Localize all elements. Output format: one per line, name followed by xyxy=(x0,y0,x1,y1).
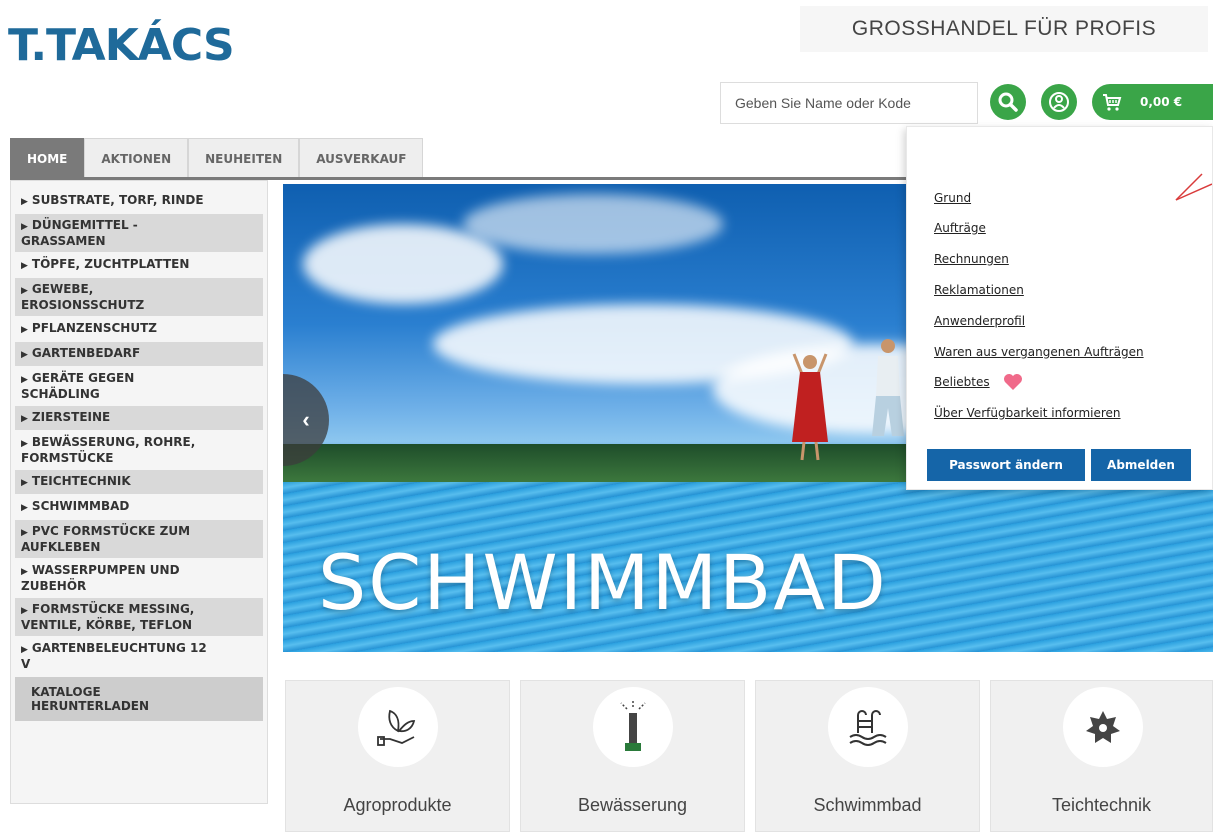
arrow-right-icon: ▶ xyxy=(21,645,28,655)
cart-amount: 0,00 € xyxy=(1140,95,1183,109)
arrow-right-icon: ▶ xyxy=(21,325,28,335)
sidebar-item-label: KATALOGE HERUNTERLADEN xyxy=(31,685,150,713)
sidebar-item-label: GERÄTE GEGEN SCHÄDLING xyxy=(21,371,135,401)
sidebar-item-formstuecke-messing[interactable]: ▶ FORMSTÜCKE MESSING, VENTILE, KÖRBE, TEF… xyxy=(15,598,263,636)
sidebar-item-label: PVC FORMSTÜCKE ZUM AUFKLEBEN xyxy=(21,524,191,554)
main-tabs: HOME AKTIONEN NEUHEITEN AUSVERKAUF xyxy=(10,138,424,178)
logout-button[interactable]: Abmelden xyxy=(1091,449,1191,481)
arrow-right-icon: ▶ xyxy=(21,414,28,424)
cloud-shape xyxy=(463,194,723,254)
tile-label: Teichtechnik xyxy=(1051,795,1152,815)
annotation-arrow-icon xyxy=(1175,173,1212,201)
sidebar-item-pflanzenschutz[interactable]: ▶ PFLANZENSCHUTZ xyxy=(15,317,263,341)
menu-link-verfuegbarkeit[interactable]: Über Verfügbarkeit informieren xyxy=(934,406,1121,420)
account-dropdown: Grund Aufträge Rechnungen Reklamationen … xyxy=(906,126,1213,490)
tab-neuheiten[interactable]: NEUHEITEN xyxy=(188,138,300,178)
tab-home[interactable]: HOME xyxy=(10,138,85,178)
sidebar-item-label: DÜNGEMITTEL - GRASSAMEN xyxy=(21,218,138,248)
sidebar-item-wasserpumpen[interactable]: ▶ WASSERPUMPEN UND ZUBEHÖR xyxy=(15,559,263,597)
user-icon xyxy=(1049,92,1069,112)
chevron-left-icon: ‹ xyxy=(302,407,310,432)
sidebar-item-label: TEICHTECHNIK xyxy=(31,474,131,488)
sidebar-item-gartenbeleuchtung[interactable]: ▶ GARTENBELEUCHTUNG 12 V xyxy=(15,637,263,675)
cart-icon-wrap xyxy=(1094,84,1130,120)
search-input[interactable] xyxy=(720,82,978,124)
sidebar-item-label: GARTENBEDARF xyxy=(31,346,141,360)
arrow-right-icon: ▶ xyxy=(21,478,28,488)
sidebar-item-toepfe[interactable]: ▶ TÖPFE, ZUCHTPLATTEN xyxy=(15,253,263,277)
arrow-right-icon: ▶ xyxy=(21,439,28,449)
category-tile-schwimmbad[interactable]: Schwimmbad xyxy=(755,680,980,832)
tile-label: Bewässerung xyxy=(577,795,688,815)
plant-hand-icon xyxy=(377,709,416,746)
sidebar-item-label: GARTENBELEUCHTUNG 12 V xyxy=(21,641,207,671)
menu-link-auftraege[interactable]: Aufträge xyxy=(934,221,986,235)
hero-title: SCHWIMMBAD xyxy=(318,538,888,627)
tab-aktionen[interactable]: AKTIONEN xyxy=(84,138,189,178)
jumping-woman-figure xyxy=(792,353,828,461)
sidebar-item-label: PFLANZENSCHUTZ xyxy=(31,321,157,335)
sidebar-item-kataloge[interactable]: KATALOGE HERUNTERLADEN xyxy=(15,677,263,721)
tile-icon-circle xyxy=(1063,687,1143,767)
pool-ladder-icon xyxy=(849,710,887,746)
sidebar-item-gartenbedarf[interactable]: ▶ GARTENBEDARF xyxy=(15,342,263,366)
sidebar-item-label: WASSERPUMPEN UND ZUBEHÖR xyxy=(21,563,180,593)
arrow-right-icon: ▶ xyxy=(21,350,28,360)
arrow-right-icon: ▶ xyxy=(21,286,28,296)
heart-icon xyxy=(1004,374,1022,390)
arrow-right-icon: ▶ xyxy=(21,503,28,513)
tile-icon-circle xyxy=(593,687,673,767)
arrow-right-icon: ▶ xyxy=(21,261,28,271)
category-tile-teichtechnik[interactable]: Teichtechnik xyxy=(990,680,1213,832)
jumping-man-figure xyxy=(872,339,904,436)
sidebar-item-substrate[interactable]: ▶ SUBSTRATE, TORF, RINDE xyxy=(15,189,263,213)
menu-link-vergangene-auftraege[interactable]: Waren aus vergangenen Aufträgen xyxy=(934,345,1144,359)
menu-link-label: Beliebtes xyxy=(934,375,990,389)
tagline: GROSSHANDEL FÜR PROFIS xyxy=(800,6,1208,52)
menu-link-grund[interactable]: Grund xyxy=(934,191,971,205)
tile-icon-circle xyxy=(358,687,438,767)
tile-icon-circle xyxy=(828,687,908,767)
sidebar-item-label: BEWÄSSERUNG, ROHRE, FORMSTÜCKE xyxy=(21,435,196,465)
sidebar-item-pvc[interactable]: ▶ PVC FORMSTÜCKE ZUM AUFKLEBEN xyxy=(15,520,263,558)
account-button[interactable] xyxy=(1041,84,1077,120)
category-tile-bewaesserung[interactable]: Bewässerung xyxy=(520,680,745,832)
arrow-right-icon: ▶ xyxy=(21,606,28,616)
cart-button[interactable]: 0,00 € xyxy=(1092,84,1213,120)
sidebar-item-gewebe[interactable]: ▶ GEWEBE, EROSIONSSCHUTZ xyxy=(15,278,263,316)
sprinkler-icon xyxy=(620,701,646,751)
cart-icon xyxy=(1103,94,1122,111)
menu-link-anwenderprofil[interactable]: Anwenderprofil xyxy=(934,314,1025,328)
menu-link-reklamationen[interactable]: Reklamationen xyxy=(934,283,1024,297)
tab-ausverkauf[interactable]: AUSVERKAUF xyxy=(299,138,424,178)
change-password-button[interactable]: Passwort ändern xyxy=(927,449,1085,481)
menu-link-beliebtes[interactable]: Beliebtes xyxy=(934,375,990,389)
gear-leaf-icon xyxy=(1086,711,1120,743)
arrow-right-icon: ▶ xyxy=(21,197,28,207)
sidebar-item-bewaesserung[interactable]: ▶ BEWÄSSERUNG, ROHRE, FORMSTÜCKE xyxy=(15,431,263,469)
search-button[interactable] xyxy=(990,84,1026,120)
tile-label: Schwimmbad xyxy=(813,795,922,815)
sidebar-item-schwimmbad[interactable]: ▶ SCHWIMMBAD xyxy=(15,495,263,519)
sidebar-item-label: GEWEBE, EROSIONSSCHUTZ xyxy=(21,282,145,312)
tile-label: Agroprodukte xyxy=(343,795,452,815)
arrow-right-icon: ▶ xyxy=(21,222,28,232)
sidebar-item-teichtechnik[interactable]: ▶ TEICHTECHNIK xyxy=(15,470,263,494)
sidebar-item-duengemittel[interactable]: ▶ DÜNGEMITTEL - GRASSAMEN xyxy=(15,214,263,252)
sidebar-item-ziersteine[interactable]: ▶ ZIERSTEINE xyxy=(15,406,263,430)
sidebar-item-label: TÖPFE, ZUCHTPLATTEN xyxy=(31,257,190,271)
arrow-right-icon: ▶ xyxy=(21,567,28,577)
logo[interactable]: T.TAKÁCS xyxy=(8,20,235,71)
sidebar-item-label: SCHWIMMBAD xyxy=(31,499,130,513)
sidebar-item-label: FORMSTÜCKE MESSING, VENTILE, KÖRBE, TEFL… xyxy=(21,602,195,632)
search-icon xyxy=(998,92,1018,112)
category-sidebar: ▶ SUBSTRATE, TORF, RINDE ▶ DÜNGEMITTEL - G… xyxy=(10,180,268,804)
menu-link-rechnungen[interactable]: Rechnungen xyxy=(934,252,1009,266)
arrow-right-icon: ▶ xyxy=(21,528,28,538)
sidebar-item-label: ZIERSTEINE xyxy=(31,410,111,424)
category-tile-agroprodukte[interactable]: Agroprodukte xyxy=(285,680,510,832)
arrow-right-icon: ▶ xyxy=(21,375,28,385)
sidebar-item-geraete[interactable]: ▶ GERÄTE GEGEN SCHÄDLING xyxy=(15,367,263,405)
sidebar-item-label: SUBSTRATE, TORF, RINDE xyxy=(31,193,204,207)
